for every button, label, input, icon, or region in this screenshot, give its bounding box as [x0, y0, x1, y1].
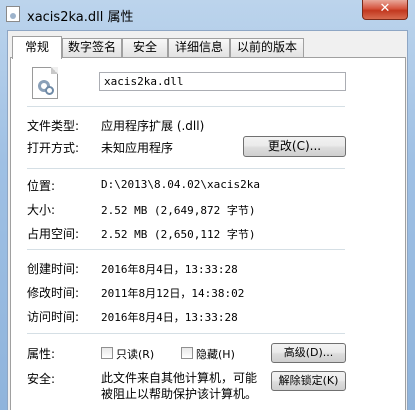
file-type-value: 应用程序扩展 (.dll): [101, 119, 205, 133]
unblock-button[interactable]: 解除锁定(K): [271, 371, 346, 391]
location-value: D:\2013\8.04.02\xacis2ka: [101, 178, 260, 191]
title-bar: xacis2ka.dll 属性 ✕: [0, 0, 415, 30]
size-on-disk-value: 2.52 MB (2,650,112 字节): [101, 228, 256, 241]
hidden-label[interactable]: 隐藏(H): [196, 346, 235, 362]
file-type-label: 文件类型:: [27, 119, 80, 133]
close-button[interactable]: ✕: [362, 0, 408, 20]
modified-label: 修改时间:: [27, 286, 80, 300]
readonly-label[interactable]: 只读(R): [116, 346, 154, 362]
tab-details[interactable]: 详细信息: [168, 38, 230, 57]
dll-file-icon: [6, 6, 20, 22]
security-warning-line1: 此文件来自其他计算机，可能: [101, 371, 258, 385]
tab-security[interactable]: 安全: [122, 38, 168, 57]
advanced-button[interactable]: 高级(D)...: [271, 343, 346, 363]
file-name-input[interactable]: xacis2ka.dll: [99, 72, 346, 91]
window-title: xacis2ka.dll 属性: [27, 10, 134, 25]
readonly-checkbox[interactable]: [101, 347, 113, 359]
change-button[interactable]: 更改(C)...: [243, 136, 346, 157]
created-value: 2016年8月4日，13:33:28: [101, 263, 238, 276]
size-value: 2.52 MB (2,649,872 字节): [101, 204, 256, 217]
hidden-checkbox[interactable]: [181, 347, 193, 359]
separator: [27, 106, 345, 107]
accessed-value: 2016年8月4日，13:33:28: [101, 311, 238, 324]
open-with-value: 未知应用程序: [101, 141, 174, 155]
separator: [27, 249, 345, 250]
security-label: 安全:: [27, 372, 56, 386]
security-warning-line2: 被阻止以帮助保护该计算机。: [101, 387, 258, 401]
attributes-label: 属性:: [27, 347, 56, 361]
dll-file-icon-large: [32, 67, 58, 99]
tab-general[interactable]: 常规: [12, 36, 62, 59]
separator: [27, 333, 345, 334]
modified-value: 2011年8月12日，14:38:02: [101, 287, 245, 300]
size-on-disk-label: 占用空间:: [27, 227, 80, 241]
tab-digital-signatures[interactable]: 数字签名: [62, 38, 122, 57]
created-label: 创建时间:: [27, 262, 80, 276]
separator: [27, 168, 345, 169]
open-with-label: 打开方式:: [27, 141, 80, 155]
accessed-label: 访问时间:: [27, 310, 80, 324]
tab-previous-versions[interactable]: 以前的版本: [230, 38, 304, 57]
location-label: 位置:: [27, 179, 56, 193]
size-label: 大小:: [27, 203, 56, 217]
